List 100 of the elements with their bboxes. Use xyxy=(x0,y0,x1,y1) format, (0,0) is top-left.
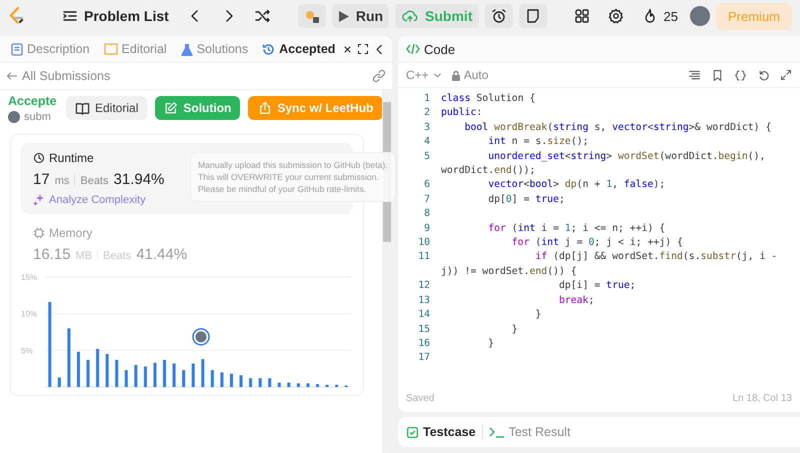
line-number: 16 xyxy=(417,336,430,351)
format-icon xyxy=(688,68,701,82)
undo-icon xyxy=(757,68,770,82)
note-icon xyxy=(524,8,540,24)
distribution-bar xyxy=(210,370,214,387)
book-icon xyxy=(104,43,118,55)
distribution-bar xyxy=(67,328,70,387)
distribution-bar xyxy=(124,370,128,387)
code-line: for (int i = 1; i <= n; ++i) { xyxy=(487,222,666,236)
distribution-bar xyxy=(172,364,176,387)
cloud-upload-icon xyxy=(401,8,420,24)
book-icon xyxy=(75,100,90,116)
beats-label: Beats xyxy=(80,175,108,187)
distribution-bar xyxy=(306,383,310,387)
editorial-button[interactable]: Editorial xyxy=(66,96,148,120)
line-number: 7 xyxy=(423,192,430,207)
streak-counter[interactable]: 25 xyxy=(636,4,684,28)
console-tab[interactable]: Testcase xyxy=(406,425,476,439)
panel-tab[interactable]: Editorial xyxy=(98,39,172,59)
document-icon xyxy=(11,42,23,56)
distribution-bar xyxy=(201,359,204,387)
panel-tab[interactable]: Solutions xyxy=(176,39,254,59)
clock-icon xyxy=(33,152,45,164)
saved-status: Saved xyxy=(406,393,434,404)
console-tab[interactable]: Test Result xyxy=(488,425,570,439)
panel-tab[interactable]: Accepted xyxy=(257,39,340,59)
distribution-bar xyxy=(106,354,109,387)
chip-icon xyxy=(33,227,45,239)
expand-icon xyxy=(780,68,792,80)
line-number: 3 xyxy=(423,120,430,135)
submit-button[interactable]: Submit xyxy=(395,4,478,28)
distribution-bar xyxy=(230,374,233,387)
distribution-bar xyxy=(86,360,90,387)
sync-button[interactable]: Sync w/ LeetHub xyxy=(248,96,382,120)
distribution-bar xyxy=(76,352,80,387)
all-submissions-link[interactable]: All Submissions xyxy=(6,69,110,83)
line-number: 10 xyxy=(417,236,430,250)
line-number: 17 xyxy=(417,351,430,366)
tooltip-text: Manually upload this submission to GitHub (beta). xyxy=(198,159,388,171)
distribution-bar xyxy=(249,378,252,387)
code-line: dp[0] = true; xyxy=(487,192,565,207)
distribution-bar xyxy=(258,378,262,387)
code-line: } xyxy=(510,322,518,336)
debug-button[interactable] xyxy=(298,4,326,28)
submitter-text: subm xyxy=(24,110,51,122)
auto-mode-button[interactable]: Auto xyxy=(450,68,488,82)
distribution-bar xyxy=(115,360,118,387)
run-button[interactable]: Run xyxy=(332,4,390,28)
shuffle-icon xyxy=(254,8,271,24)
distribution-bar xyxy=(268,378,272,387)
timer-button[interactable] xyxy=(484,4,512,28)
line-number: 5 xyxy=(423,150,430,164)
braces-icon xyxy=(734,68,747,82)
code-line: int n = s.size(); xyxy=(487,135,589,150)
code-line: vector<bool> dp(n + 1, false); xyxy=(487,178,666,192)
logo-icon[interactable] xyxy=(8,6,26,26)
line-number: 11 xyxy=(417,250,430,264)
code-line: break; xyxy=(558,294,594,308)
axis-tick-label: 5% xyxy=(21,346,33,356)
line-number: 12 xyxy=(417,279,430,294)
distribution-bar xyxy=(58,377,61,387)
share-icon xyxy=(258,101,272,115)
code-line: class Solution { xyxy=(440,92,536,106)
memory-beats: 41.44% xyxy=(136,246,188,263)
distribution-bar xyxy=(182,370,186,387)
close-icon[interactable] xyxy=(342,44,354,54)
code-line: j)) != wordSet.end()) { xyxy=(440,264,577,279)
solution-button[interactable]: Solution xyxy=(155,96,240,120)
language-dropdown[interactable]: C++ xyxy=(406,68,443,82)
runtime-label: Runtime xyxy=(49,151,94,165)
runtime-beats: 31.94% xyxy=(114,171,164,188)
accepted-status: Accepte xyxy=(8,94,58,108)
line-number: 1 xyxy=(423,92,430,106)
runtime-value: 17 xyxy=(33,171,50,188)
distribution-bar xyxy=(326,384,329,387)
code-line: if (dp[j] && wordSet.find(s.substr(j, i - xyxy=(534,250,778,264)
code-line: } xyxy=(534,308,542,322)
bookmark-icon xyxy=(711,68,724,82)
line-number: 13 xyxy=(417,294,430,308)
panel-tab[interactable]: Description xyxy=(6,39,95,59)
code-panel-title: Code xyxy=(424,42,456,56)
axis-tick-label: 10% xyxy=(21,310,38,319)
notes-button[interactable] xyxy=(518,4,546,28)
line-number: 8 xyxy=(423,207,430,222)
code-line: } xyxy=(487,336,494,351)
history-icon xyxy=(262,42,276,56)
tooltip-text: Please be mindful of your GitHub rate-limits. xyxy=(198,183,368,195)
analyze-complexity-link[interactable]: Analyze Complexity xyxy=(33,194,341,206)
distribution-bar xyxy=(153,362,156,387)
fullscreen-icon xyxy=(357,43,370,55)
lock-icon xyxy=(450,70,461,80)
distribution-bar xyxy=(220,372,224,387)
grid-icon xyxy=(574,8,590,24)
user-avatar[interactable] xyxy=(690,6,710,26)
problem-list-button[interactable]: Problem List xyxy=(56,4,175,28)
line-number: 9 xyxy=(423,222,430,236)
alarm-clock-icon xyxy=(490,8,506,24)
terminal-icon xyxy=(488,426,505,438)
distribution-bar xyxy=(163,360,166,387)
code-line: for (int j = 0; j < i; ++j) { xyxy=(510,236,683,250)
